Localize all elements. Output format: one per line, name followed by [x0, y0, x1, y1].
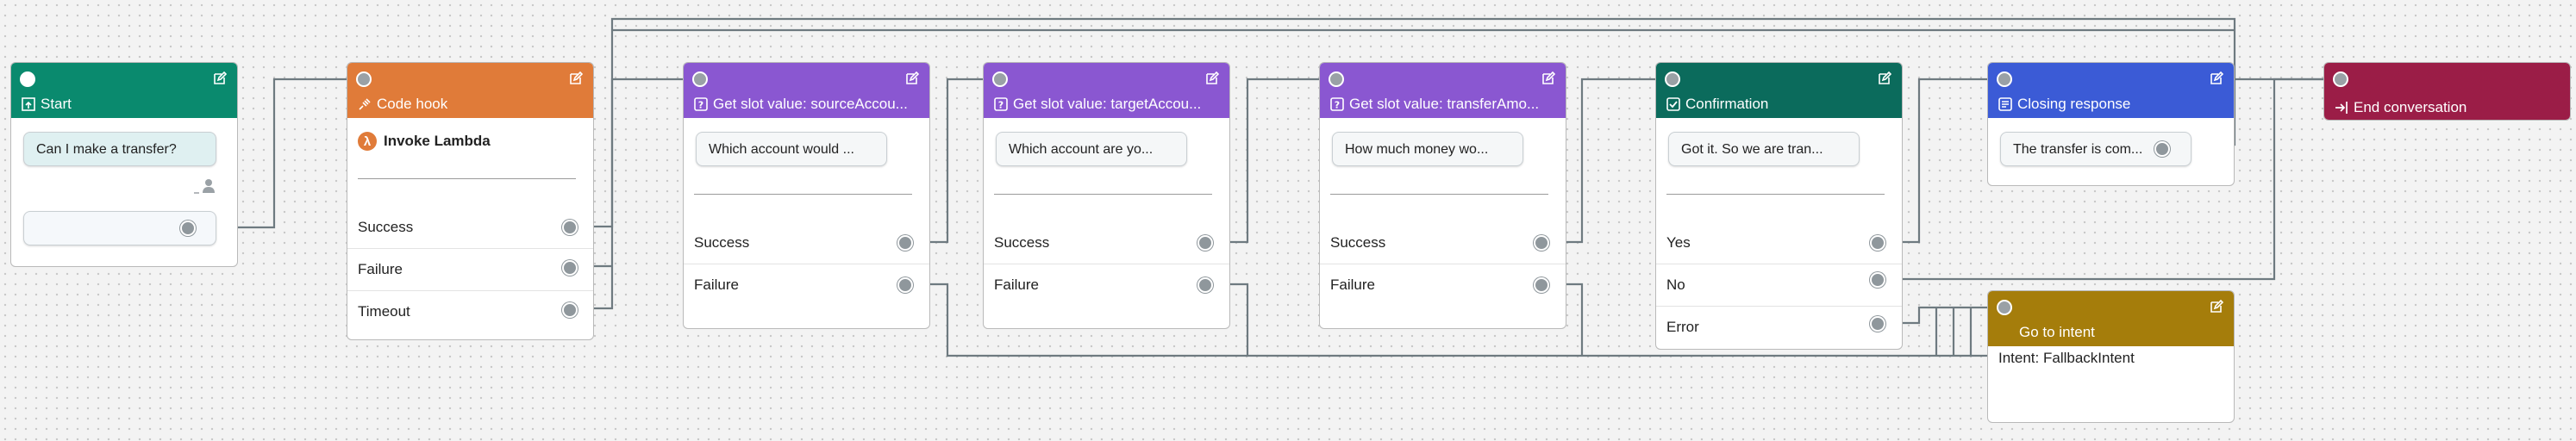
- edit-icon[interactable]: [1878, 71, 1891, 85]
- slot-targetaccount-block[interactable]: ? Get slot value: targetAccou... Which a…: [983, 62, 1230, 329]
- end-conversation-input-port[interactable]: [2333, 71, 2348, 87]
- codehook-header[interactable]: Code hook: [347, 63, 593, 118]
- checkbox-icon: [1666, 97, 1680, 111]
- slot-targetaccount-row-success[interactable]: Success: [984, 221, 1229, 264]
- slot-sourceaccount-failure-port[interactable]: [897, 277, 913, 293]
- confirmation-row-yes[interactable]: Yes: [1656, 221, 1902, 264]
- slot-transferamount-row-failure[interactable]: Failure: [1320, 264, 1566, 306]
- slot-sourceaccount-row-failure[interactable]: Failure: [684, 264, 929, 306]
- divider: [694, 194, 912, 195]
- confirmation-yes-port[interactable]: [1870, 235, 1885, 251]
- slot-targetaccount-success-port[interactable]: [1197, 235, 1213, 251]
- slot-targetaccount-prompt: Which account are yo...: [996, 132, 1187, 166]
- slot-sourceaccount-block[interactable]: ? Get slot value: sourceAccou... Which a…: [683, 62, 930, 329]
- confirmation-prompt: Got it. So we are tran...: [1668, 132, 1860, 166]
- confirmation-row-error[interactable]: Error: [1656, 306, 1902, 348]
- go-to-intent-label: Intent: FallbackIntent: [1998, 350, 2135, 366]
- svg-text:?: ?: [698, 100, 703, 111]
- codehook-timeout-port[interactable]: [562, 302, 578, 318]
- divider: [1666, 194, 1885, 195]
- start-output-port[interactable]: [180, 220, 196, 236]
- edit-icon[interactable]: [213, 71, 227, 85]
- confirmation-no-port[interactable]: [1870, 272, 1885, 288]
- closing-response-title: Closing response: [2017, 96, 2131, 112]
- slot-sourceaccount-input-port[interactable]: [692, 71, 708, 87]
- slot-transferamount-title: Get slot value: transferAmo...: [1349, 96, 1540, 112]
- slot-targetaccount-title: Get slot value: targetAccou...: [1013, 96, 1202, 112]
- exit-icon: [2335, 102, 2348, 114]
- codehook-failure-port[interactable]: [562, 260, 578, 276]
- divider: [994, 194, 1212, 195]
- edit-icon[interactable]: [1541, 71, 1555, 85]
- confirmation-title: Confirmation: [1685, 96, 1769, 112]
- user-icon: [194, 179, 215, 194]
- closing-response-input-port[interactable]: [1997, 71, 2012, 87]
- divider: [1330, 194, 1548, 195]
- start-utterance-bubble: Can I make a transfer?: [23, 132, 216, 166]
- edit-icon[interactable]: [1205, 71, 1219, 85]
- confirmation-input-port[interactable]: [1665, 71, 1680, 87]
- slot-transferamount-block[interactable]: ? Get slot value: transferAmo... How muc…: [1319, 62, 1566, 329]
- edit-icon[interactable]: [905, 71, 919, 85]
- slot-targetaccount-header[interactable]: ? Get slot value: targetAccou...: [984, 63, 1229, 118]
- start-block[interactable]: Start Can I make a transfer?: [10, 62, 238, 267]
- start-icon: [22, 97, 35, 111]
- closing-response-block[interactable]: Closing response The transfer is com...: [1987, 62, 2235, 186]
- go-to-intent-block[interactable]: Go to intent Intent: FallbackIntent: [1987, 290, 2235, 423]
- slot-transferamount-success-port[interactable]: [1534, 235, 1549, 251]
- plug-icon: [359, 98, 371, 110]
- confirmation-block[interactable]: Confirmation Got it. So we are tran... Y…: [1655, 62, 1903, 350]
- question-box-icon: ?: [1330, 97, 1344, 111]
- confirmation-header[interactable]: Confirmation: [1656, 63, 1902, 118]
- codehook-success-port[interactable]: [562, 220, 578, 235]
- codehook-row-success[interactable]: Success: [347, 206, 593, 248]
- start-node-dot: [20, 71, 35, 87]
- slot-transferamount-header[interactable]: ? Get slot value: transferAmo...: [1320, 63, 1566, 118]
- svg-text:?: ?: [998, 100, 1004, 111]
- message-box-icon: [1998, 97, 2012, 111]
- end-conversation-header[interactable]: End conversation: [2324, 63, 2570, 120]
- end-conversation-block[interactable]: End conversation: [2323, 62, 2571, 121]
- slot-targetaccount-row-failure[interactable]: Failure: [984, 264, 1229, 306]
- edit-icon[interactable]: [2210, 300, 2223, 314]
- codehook-row-timeout[interactable]: Timeout: [347, 290, 593, 332]
- go-to-intent-title: Go to intent: [2019, 324, 2095, 340]
- edit-icon[interactable]: [2210, 71, 2223, 85]
- slot-transferamount-failure-port[interactable]: [1534, 277, 1549, 293]
- lambda-icon: λ: [358, 132, 377, 151]
- question-box-icon: ?: [994, 97, 1008, 111]
- start-title: Start: [41, 96, 72, 112]
- slot-targetaccount-input-port[interactable]: [992, 71, 1008, 87]
- end-conversation-title: End conversation: [2354, 99, 2467, 115]
- go-to-intent-input-port[interactable]: [1997, 300, 2012, 315]
- slot-transferamount-row-success[interactable]: Success: [1320, 221, 1566, 264]
- slot-sourceaccount-prompt: Which account would ...: [696, 132, 887, 166]
- codehook-row-failure[interactable]: Failure: [347, 248, 593, 290]
- slot-sourceaccount-header[interactable]: ? Get slot value: sourceAccou...: [684, 63, 929, 118]
- invoke-lambda-label: Invoke Lambda: [384, 133, 491, 149]
- edit-icon[interactable]: [569, 71, 583, 85]
- codehook-input-port[interactable]: [356, 71, 372, 87]
- connector-fallback-join: [1935, 307, 1973, 356]
- start-header[interactable]: Start: [11, 63, 237, 118]
- confirmation-error-port[interactable]: [1870, 316, 1885, 332]
- slot-targetaccount-failure-port[interactable]: [1197, 277, 1213, 293]
- codehook-block[interactable]: Code hook λ Invoke Lambda Success Failur…: [347, 62, 594, 340]
- codehook-title: Code hook: [377, 96, 448, 112]
- slot-transferamount-input-port[interactable]: [1329, 71, 1344, 87]
- closing-response-header[interactable]: Closing response: [1988, 63, 2234, 118]
- slot-sourceaccount-row-success[interactable]: Success: [684, 221, 929, 264]
- closing-response-output-port[interactable]: [2154, 141, 2170, 157]
- slot-sourceaccount-title: Get slot value: sourceAccou...: [713, 96, 908, 112]
- confirmation-row-no[interactable]: No: [1656, 264, 1902, 306]
- question-box-icon: ?: [694, 97, 708, 111]
- slot-sourceaccount-success-port[interactable]: [897, 235, 913, 251]
- go-to-intent-header[interactable]: Go to intent: [1988, 291, 2234, 346]
- slot-transferamount-prompt: How much money wo...: [1332, 132, 1523, 166]
- divider: [358, 178, 576, 179]
- svg-text:?: ?: [1335, 100, 1340, 111]
